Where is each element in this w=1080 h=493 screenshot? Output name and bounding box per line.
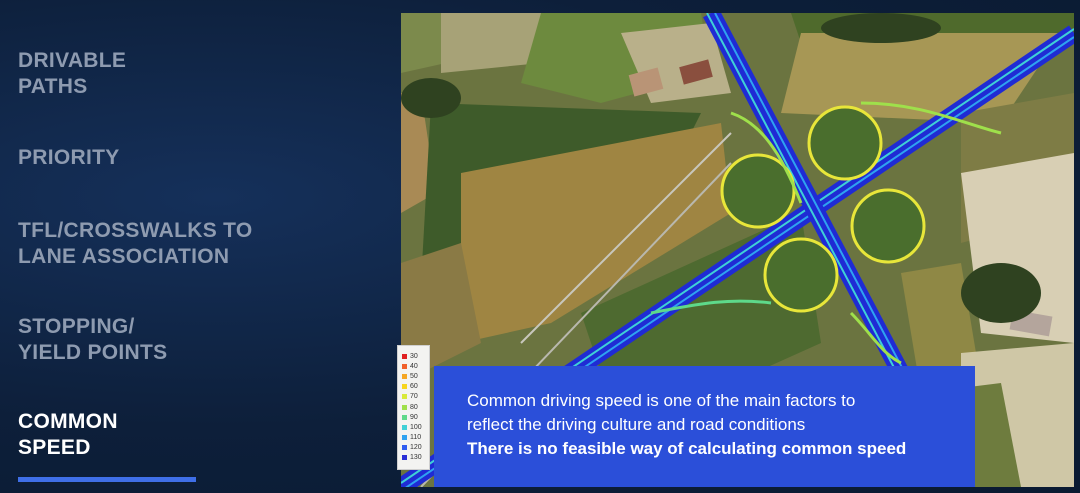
legend-entry: 40 <box>402 361 426 371</box>
active-item-underline <box>18 477 196 482</box>
legend-swatch <box>402 353 407 359</box>
menu-item-stopping-yield[interactable]: STOPPING/ YIELD POINTS <box>18 314 167 366</box>
legend-label: 110 <box>410 434 422 442</box>
legend-swatch <box>402 435 407 441</box>
legend-entry: 50 <box>402 371 426 381</box>
legend-label: 80 <box>410 403 418 411</box>
legend-entry: 60 <box>402 382 426 392</box>
topic-menu: DRIVABLE PATHS PRIORITY TFL/CROSSWALKS T… <box>0 0 395 493</box>
caption-line-2: reflect the driving culture and road con… <box>467 415 806 434</box>
caption-box: Common driving speed is one of the main … <box>434 366 975 487</box>
legend-entry: 80 <box>402 402 426 412</box>
menu-item-tfl-crosswalks[interactable]: TFL/CROSSWALKS TO LANE ASSOCIATION <box>18 218 253 270</box>
legend-entry: 90 <box>402 412 426 422</box>
menu-item-drivable-paths[interactable]: DRIVABLE PATHS <box>18 48 126 100</box>
legend-entry: 110 <box>402 433 426 443</box>
legend-swatch <box>402 404 407 410</box>
legend-swatch <box>402 424 407 430</box>
legend-entry: 70 <box>402 392 426 402</box>
caption-line-3: There is no feasible way of calculating … <box>467 439 907 458</box>
legend-entry: 130 <box>402 453 426 463</box>
legend-swatch <box>402 394 407 400</box>
legend-swatch <box>402 445 407 451</box>
legend-label: 50 <box>410 372 418 380</box>
menu-item-priority[interactable]: PRIORITY <box>18 145 120 171</box>
legend-label: 100 <box>410 423 422 431</box>
legend-label: 130 <box>410 454 422 462</box>
legend-label: 70 <box>410 393 418 401</box>
legend-entry: 120 <box>402 443 426 453</box>
menu-item-common-speed[interactable]: COMMON SPEED <box>18 409 118 461</box>
legend-swatch <box>402 373 407 379</box>
legend-swatch <box>402 414 407 420</box>
speed-legend: 30 40 50 60 70 80 90 100 110 120 130 <box>397 345 430 470</box>
legend-label: 30 <box>410 352 418 360</box>
legend-swatch <box>402 455 407 461</box>
legend-swatch <box>402 384 407 390</box>
legend-label: 90 <box>410 413 418 421</box>
legend-label: 60 <box>410 383 418 391</box>
legend-entry: 100 <box>402 422 426 432</box>
legend-entry: 30 <box>402 351 426 361</box>
legend-swatch <box>402 363 407 369</box>
legend-label: 40 <box>410 362 418 370</box>
caption-line-1: Common driving speed is one of the main … <box>467 391 856 410</box>
legend-label: 120 <box>410 444 422 452</box>
